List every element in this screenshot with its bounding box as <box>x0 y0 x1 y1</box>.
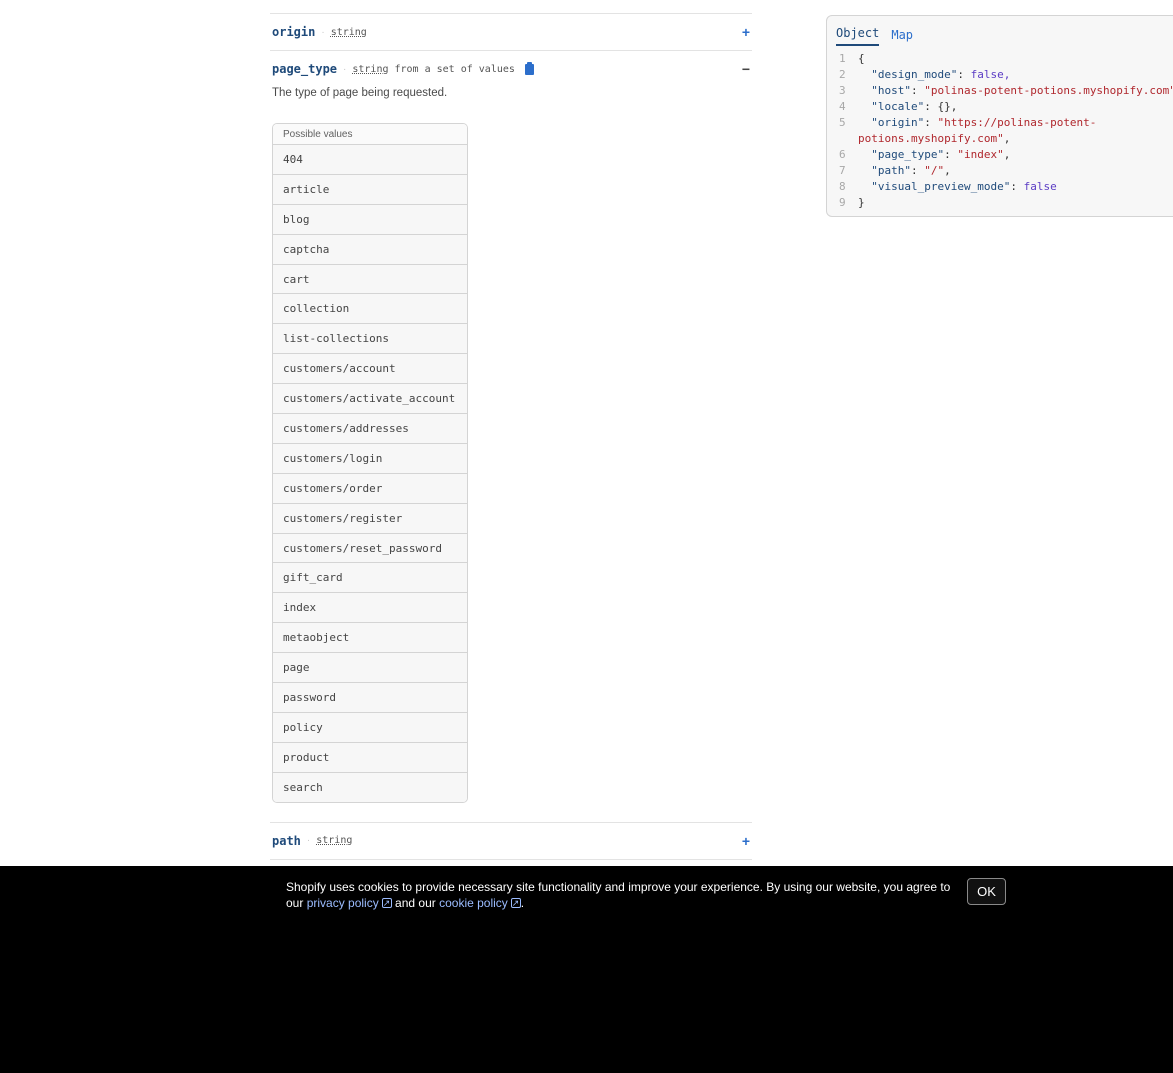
line-number: 6 <box>839 148 846 161</box>
privacy-policy-link[interactable]: privacy policy <box>307 895 392 911</box>
line-number <box>827 131 858 147</box>
line-number: 8 <box>839 180 846 193</box>
property-list: origin · string + page_type · string fro… <box>270 13 752 860</box>
property-type-extra: from a set of values <box>394 63 515 75</box>
possible-value-item: customers/login <box>273 442 467 473</box>
possible-value-item: search <box>273 771 467 802</box>
code-example-panel: Object Map 1{2 "design_mode": false, 3 "h… <box>826 15 1173 217</box>
possible-value-item: article <box>273 173 467 204</box>
code-key: "locale" <box>871 100 925 113</box>
code-value: false, <box>970 68 1011 81</box>
line-number: 3 <box>839 84 846 97</box>
possible-value-item: customers/order <box>273 472 467 503</box>
code-line: 5 "origin": "https://polinas-potent- <box>827 115 1173 131</box>
line-number: 5 <box>839 116 846 129</box>
line-number: 9 <box>839 196 846 209</box>
code-key: "design_mode" <box>871 68 958 81</box>
possible-value-item: 404 <box>273 144 467 174</box>
code-value: "index" <box>957 148 1004 161</box>
code-tabs: Object Map <box>827 16 1173 46</box>
property-type-link[interactable]: string <box>316 835 352 846</box>
property-type-link[interactable]: string <box>352 64 388 75</box>
code-value: "polinas-potent-potions.myshopify.com" <box>924 84 1173 97</box>
possible-values-table: Possible values 404 article blog captcha car… <box>272 123 468 803</box>
ok-button[interactable]: OK <box>967 878 1006 905</box>
code-value: false <box>1023 180 1057 193</box>
external-link-icon <box>381 895 392 911</box>
possible-value-item: customers/addresses <box>273 413 467 443</box>
possible-value-item: password <box>273 682 467 712</box>
tab-map[interactable]: Map <box>891 28 913 46</box>
possible-value-item: customers/account <box>273 353 467 384</box>
code-key: "origin" <box>871 116 925 129</box>
code-key: "page_type" <box>871 148 945 161</box>
line-number: 1 <box>839 52 846 65</box>
code-line: 7 "path": "/", <box>827 163 1173 179</box>
external-link-icon <box>510 895 521 911</box>
property-page-type: page_type · string from a set of values … <box>270 50 752 803</box>
clipboard-icon[interactable] <box>524 61 534 75</box>
code-key: "visual_preview_mode" <box>871 180 1011 193</box>
code-line: 9} <box>827 195 1173 211</box>
property-path[interactable]: path · string + <box>270 821 752 859</box>
divider <box>270 858 752 860</box>
possible-values-header: Possible values <box>273 124 467 144</box>
property-name: page_type <box>272 62 338 76</box>
expand-toggle[interactable]: + <box>740 24 752 40</box>
possible-value-item: cart <box>273 263 467 294</box>
code-key: "path" <box>871 164 911 177</box>
possible-value-item: collection <box>273 293 467 324</box>
possible-value-item: gift_card <box>273 562 467 593</box>
expand-toggle[interactable]: + <box>740 833 752 849</box>
possible-value-item: customers/activate_account <box>273 383 467 414</box>
tab-object[interactable]: Object <box>836 26 880 46</box>
possible-value-item: customers/reset_password <box>273 532 467 563</box>
property-type-link[interactable]: string <box>331 27 367 38</box>
code-line: 2 "design_mode": false, <box>827 67 1173 83</box>
code-string-continuation: potions.myshopify.com" <box>858 132 1004 145</box>
cookie-policy-link[interactable]: cookie policy <box>439 895 521 911</box>
possible-value-item: page <box>273 652 467 683</box>
possible-value-item: policy <box>273 711 467 742</box>
code-line: 8 "visual_preview_mode": false <box>827 179 1173 195</box>
possible-value-item: index <box>273 592 467 623</box>
cookie-banner: Shopify uses cookies to provide necessar… <box>0 866 1173 1073</box>
code-value: {}, <box>937 100 958 113</box>
possible-value-item: blog <box>273 203 467 234</box>
code-line: 6 "page_type": "index", <box>827 147 1173 163</box>
possible-value-item: list-collections <box>273 323 467 354</box>
line-number: 2 <box>839 68 846 81</box>
collapse-toggle[interactable]: − <box>740 61 752 77</box>
property-name: path <box>272 833 301 848</box>
property-name: origin <box>272 25 316 39</box>
cookie-message: Shopify uses cookies to provide necessar… <box>286 879 958 911</box>
code-brace: { <box>858 52 865 65</box>
possible-value-item: product <box>273 741 467 772</box>
code-value: "https://polinas-potent- <box>937 116 1097 129</box>
line-number: 4 <box>839 100 846 113</box>
possible-value-item: metaobject <box>273 622 467 653</box>
code-line: 1{ <box>827 51 1173 67</box>
property-origin[interactable]: origin · string + <box>270 13 752 50</box>
code-line: potions.myshopify.com", <box>827 131 1173 147</box>
line-number: 7 <box>839 164 846 177</box>
code-key: "host" <box>871 84 911 97</box>
code-block: 1{2 "design_mode": false, 3 "host": "poli… <box>827 51 1173 211</box>
possible-value-item: captcha <box>273 233 467 264</box>
code-value: "/" <box>924 164 945 177</box>
code-line: 4 "locale": {}, <box>827 99 1173 115</box>
property-description: The type of page being requested. <box>272 87 448 99</box>
possible-value-item: customers/register <box>273 502 467 533</box>
code-brace: } <box>858 196 865 209</box>
code-line: 3 "host": "polinas-potent-potions.myshop… <box>827 83 1173 99</box>
